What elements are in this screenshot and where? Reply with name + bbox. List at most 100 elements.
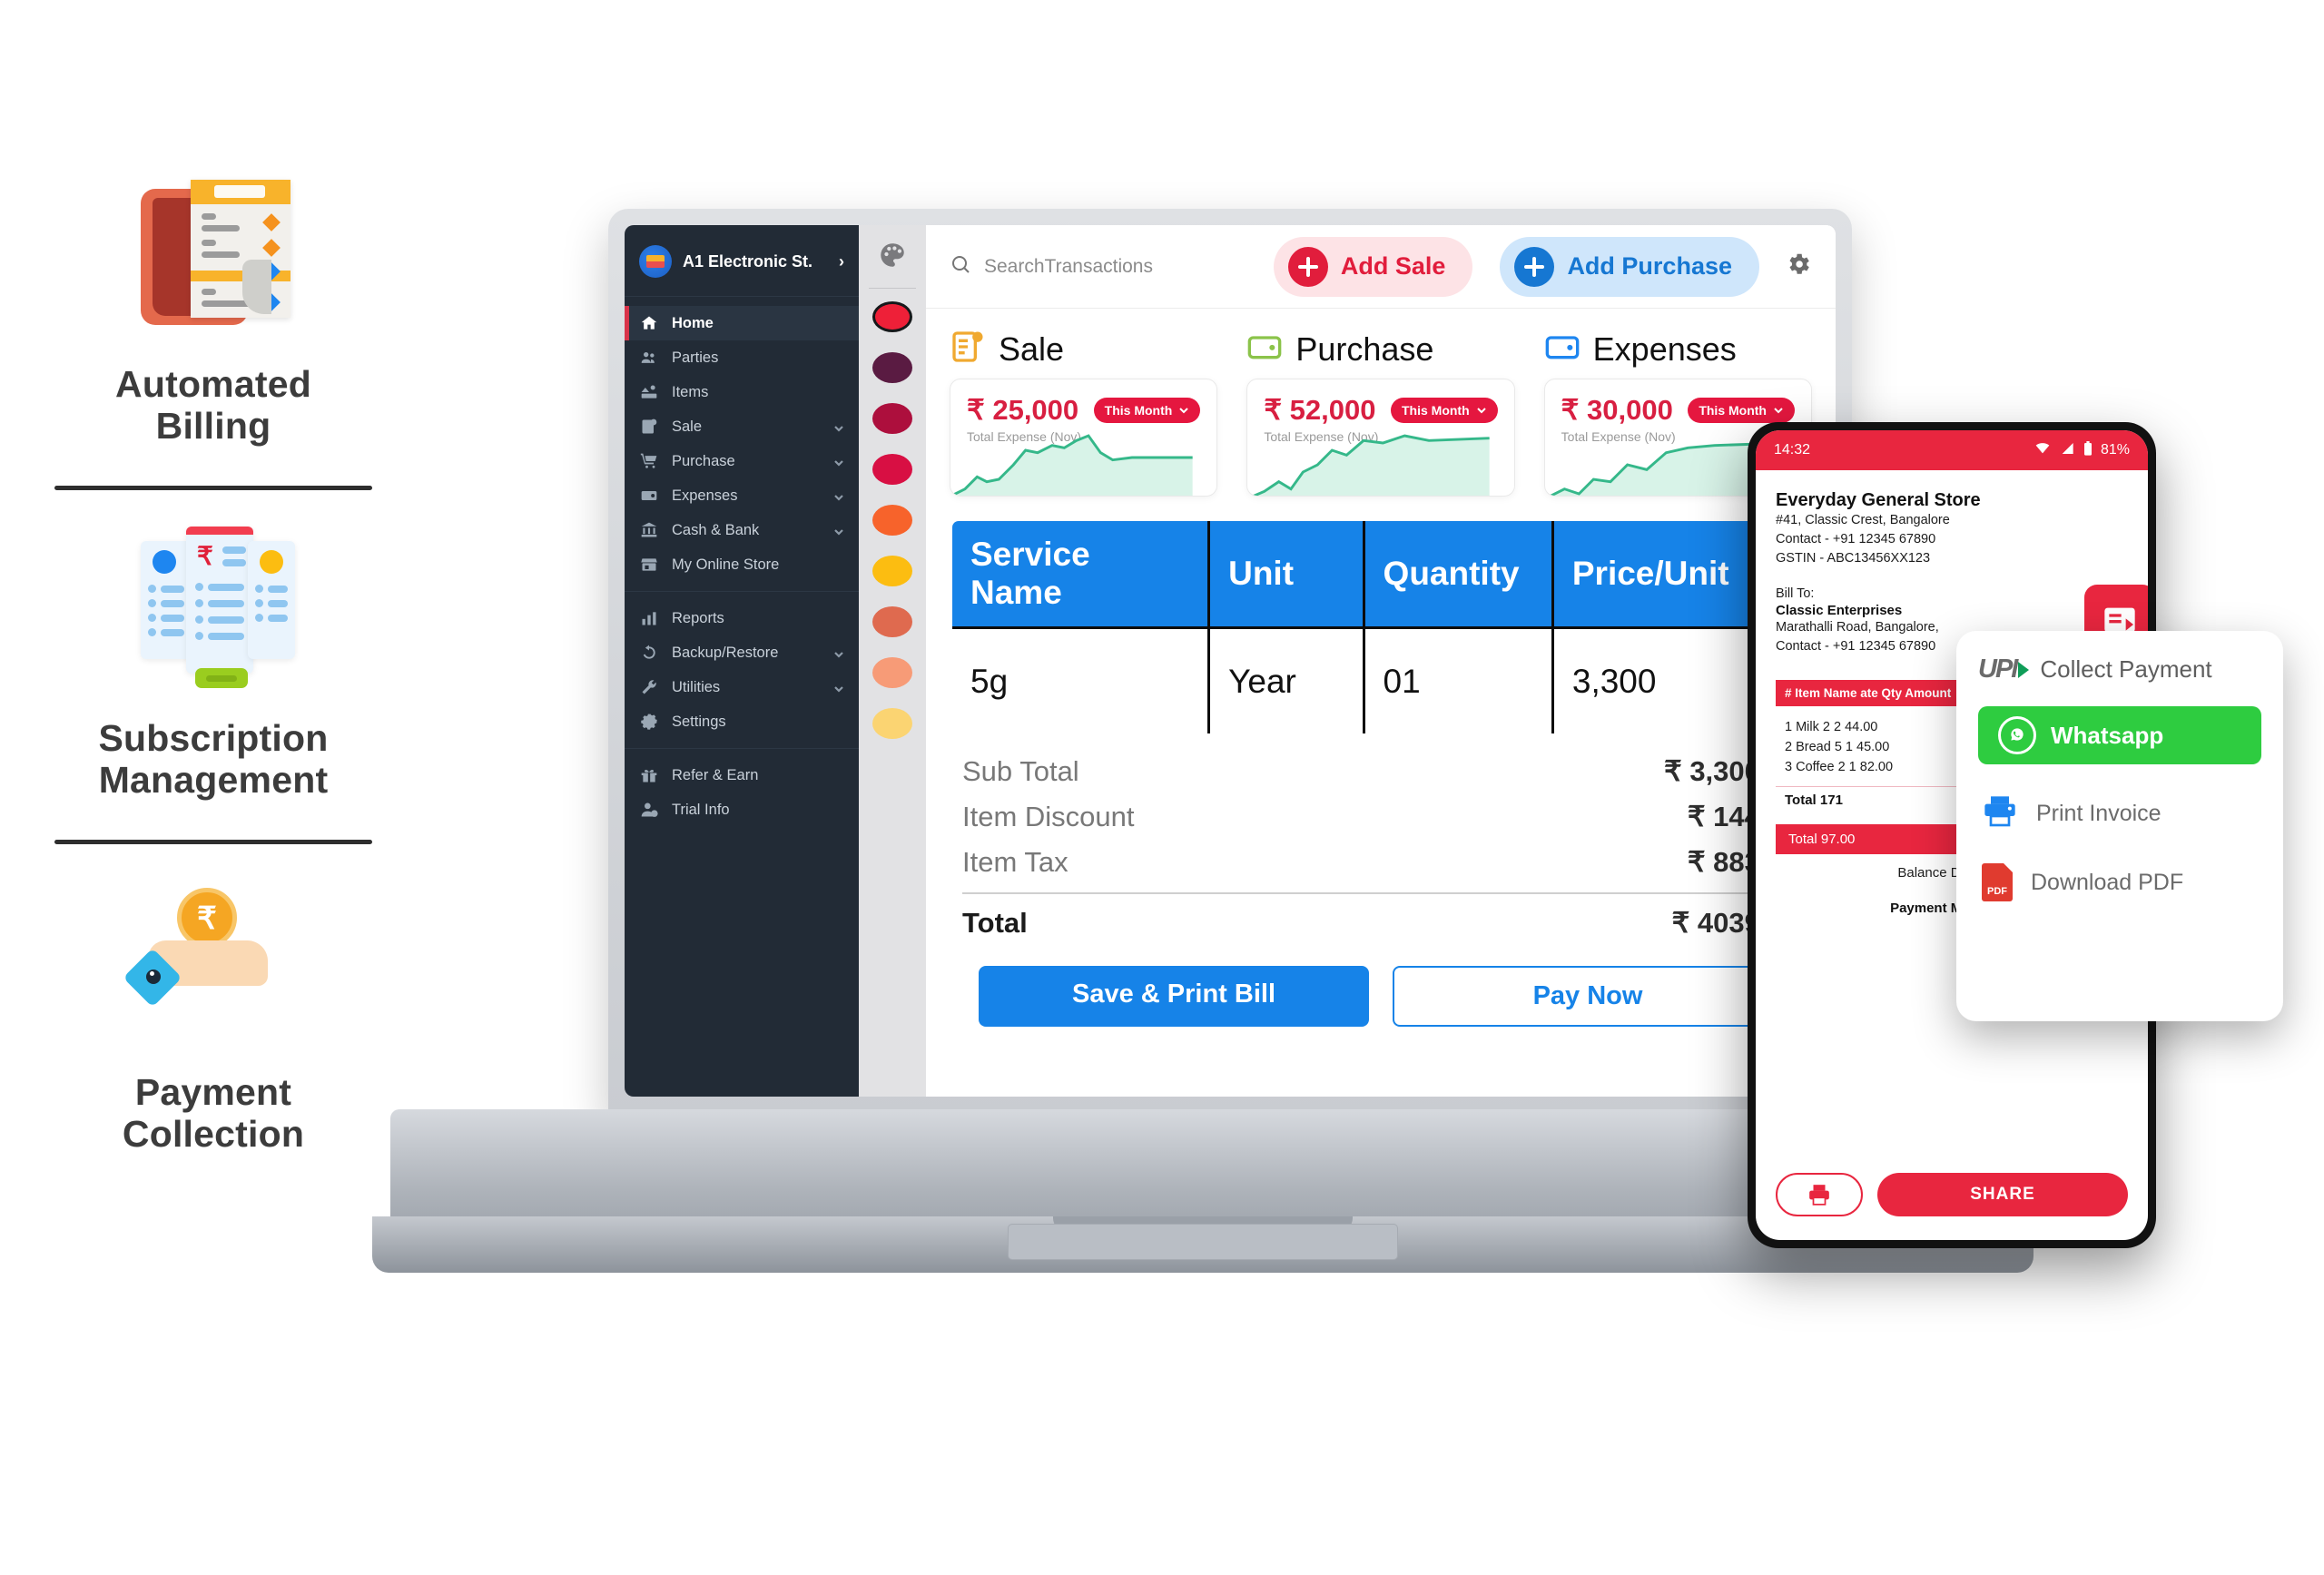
color-palette-icon[interactable] (877, 240, 908, 275)
feature-label: Payment Collection (122, 1070, 305, 1155)
sale-receipt-icon (950, 329, 986, 369)
bill-to-label: Bill To: (1776, 586, 1815, 602)
sparkline-chart (950, 434, 1193, 496)
total-label: Sub Total (962, 755, 1079, 787)
color-swatch[interactable] (872, 657, 912, 688)
total-row-item-discount: Item Discount ₹ 144.00 (962, 794, 1799, 840)
sidebar-item-my-online-store[interactable]: My Online Store (625, 547, 859, 582)
sidebar-item-sale[interactable]: Sale (625, 409, 859, 444)
chevron-down-icon[interactable] (833, 490, 844, 501)
whatsapp-button[interactable]: Whatsapp (1978, 706, 2261, 764)
cell-service-name: 5g (952, 626, 1211, 733)
wrench-icon (639, 678, 659, 696)
sidebar-item-expenses[interactable]: Expenses (625, 478, 859, 513)
cell-quantity: 01 (1364, 626, 1554, 733)
sidebar-item-reports[interactable]: Reports (625, 601, 859, 635)
sidebar-item-label: Expenses (672, 487, 738, 504)
pay-now-button[interactable]: Pay Now (1393, 966, 1783, 1027)
laptop-trackpad[interactable] (1008, 1224, 1398, 1260)
collect-payment-panel: UPI Collect Payment Whatsapp Print Invoi… (1956, 631, 2283, 1021)
color-swatch[interactable] (872, 454, 912, 485)
subscription-cards-icon: ₹ (123, 526, 304, 694)
phone-status-bar: 14:32 81% (1756, 430, 2148, 470)
topbar: SearchTransactions Add Sale Add Purchase (926, 225, 1836, 309)
panel-header: UPI Collect Payment (1978, 655, 2261, 684)
summary-card-purchase: Purchase ₹ 52,000 This Month Total Expen… (1246, 329, 1515, 497)
battery-icon (2083, 440, 2093, 460)
search-input[interactable]: SearchTransactions (984, 256, 1153, 278)
cell-unit: Year (1208, 626, 1365, 733)
sidebar-item-backup-restore[interactable]: Backup/Restore (625, 635, 859, 670)
column-header: Unit (1208, 521, 1365, 628)
chevron-right-icon[interactable]: › (839, 252, 844, 271)
plus-icon (1514, 246, 1555, 287)
period-dropdown[interactable]: This Month (1688, 398, 1795, 423)
print-button[interactable] (1776, 1173, 1863, 1216)
period-dropdown[interactable]: This Month (1391, 398, 1498, 423)
chevron-down-icon[interactable] (833, 682, 844, 693)
invoice-actions: Save & Print Bill Pay Now (926, 966, 1836, 1027)
sidebar-item-purchase[interactable]: Purchase (625, 444, 859, 478)
sidebar-item-trial-info[interactable]: Trial Info (625, 792, 859, 827)
search-box[interactable]: SearchTransactions (950, 253, 1274, 280)
invoice-items-table-wrapper: Service Name Unit Quantity Price/Unit 5g… (950, 518, 1812, 736)
chevron-down-icon[interactable] (833, 421, 844, 432)
print-invoice-option[interactable]: Print Invoice (1978, 793, 2261, 834)
store-address: #41, Classic Crest, Bangalore (1776, 513, 1950, 527)
chevron-down-icon[interactable] (833, 525, 844, 536)
chevron-down-icon (1476, 408, 1486, 414)
color-swatch[interactable] (872, 708, 912, 739)
sidebar-item-refer-and-earn[interactable]: Refer & Earn (625, 758, 859, 792)
gear-icon[interactable] (1785, 251, 1812, 282)
sidebar-item-parties[interactable]: Parties (625, 340, 859, 375)
card-body: ₹ 52,000 This Month Total Expense (Nov) (1246, 379, 1515, 497)
download-pdf-option[interactable]: PDF Download PDF (1978, 863, 2261, 901)
color-swatch[interactable] (872, 301, 912, 332)
sidebar-item-label: Cash & Bank (672, 521, 760, 538)
save-and-print-bill-button[interactable]: Save & Print Bill (979, 966, 1369, 1027)
sidebar-item-items[interactable]: Items (625, 375, 859, 409)
total-label: Item Tax (962, 846, 1068, 878)
parties-icon (639, 349, 659, 367)
store-gstin: GSTIN - ABC13456XX123 (1776, 551, 1931, 566)
download-pdf-label: Download PDF (2031, 869, 2184, 895)
color-swatch[interactable] (872, 606, 912, 637)
sidebar-item-label: Backup/Restore (672, 644, 779, 661)
search-icon (950, 253, 971, 280)
color-swatch[interactable] (872, 505, 912, 536)
backup-restore-icon (639, 644, 659, 662)
total-row-grand-total: Total ₹ 4039.00 (962, 892, 1799, 946)
color-swatch[interactable] (872, 403, 912, 434)
color-swatch[interactable] (872, 556, 912, 586)
divider (54, 485, 372, 490)
chevron-down-icon[interactable] (833, 456, 844, 467)
sidebar-item-cash-and-bank[interactable]: Cash & Bank (625, 513, 859, 547)
feature-list: Automated Billing ₹ Subscription Managem… (0, 172, 427, 1155)
brand-switcher[interactable]: A1 Electronic St. › (625, 225, 859, 297)
divider (54, 839, 372, 844)
billing-app: A1 Electronic St. › Home Parties Items S… (625, 225, 1836, 1097)
add-sale-button[interactable]: Add Sale (1273, 236, 1473, 297)
add-purchase-button[interactable]: Add Purchase (1500, 236, 1759, 297)
period-dropdown[interactable]: This Month (1093, 398, 1201, 423)
chevron-down-icon (1179, 408, 1189, 414)
status-time: 14:32 (1774, 442, 1811, 458)
sidebar-item-label: Items (672, 383, 709, 400)
color-swatch[interactable] (872, 352, 912, 383)
pdf-file-icon: PDF (1982, 863, 2013, 901)
phone-action-bar: SHARE (1776, 1173, 2128, 1216)
store-name: Everyday General Store (1776, 490, 1981, 510)
share-button[interactable]: SHARE (1877, 1173, 2128, 1216)
sidebar-item-home[interactable]: Home (625, 306, 859, 340)
feature-label: Subscription Management (98, 716, 329, 801)
whatsapp-label: Whatsapp (2051, 721, 2164, 749)
printer-icon (1809, 1185, 1829, 1206)
panel-title: Collect Payment (2040, 655, 2212, 683)
sidebar-item-settings[interactable]: Settings (625, 704, 859, 739)
sidebar-item-label: Sale (672, 418, 703, 435)
chevron-down-icon[interactable] (833, 647, 844, 658)
sidebar-item-label: Settings (672, 713, 726, 730)
sidebar-item-utilities[interactable]: Utilities (625, 670, 859, 704)
period-label: This Month (1402, 403, 1470, 418)
purchase-wallet-icon (1246, 329, 1283, 369)
